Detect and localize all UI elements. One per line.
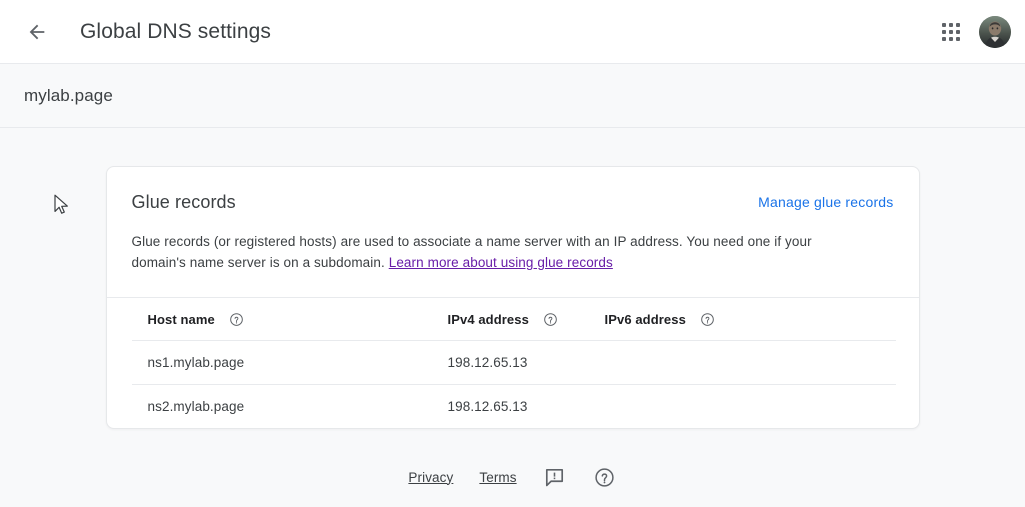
arrow-left-icon xyxy=(26,21,48,43)
column-header-ipv4-address-label: IPv4 address xyxy=(447,312,529,327)
table-row[interactable]: ns1.mylab.page 198.12.65.13 xyxy=(131,340,896,385)
table-row[interactable]: ns2.mylab.page 198.12.65.13 xyxy=(131,384,896,428)
main-content: Glue records Manage glue records Glue re… xyxy=(0,128,1025,447)
card-header: Glue records Manage glue records xyxy=(107,167,919,213)
privacy-link[interactable]: Privacy xyxy=(408,470,453,485)
card-description: Glue records (or registered hosts) are u… xyxy=(107,213,847,297)
mouse-cursor xyxy=(54,194,70,221)
table-body: ns1.mylab.page 198.12.65.13 ns2.mylab.pa… xyxy=(131,340,896,428)
column-header-ipv6-address: IPv6 address xyxy=(605,298,896,341)
host-name-help-icon[interactable] xyxy=(229,312,244,327)
cell-ipv6-address xyxy=(604,384,896,428)
domain-subheader: mylab.page xyxy=(0,64,1025,128)
learn-more-link[interactable]: Learn more about using glue records xyxy=(389,255,613,270)
table-header-row: Host name IPv4 address IPv6 address xyxy=(132,298,896,341)
table-head: Host name IPv4 address IPv6 address xyxy=(132,298,896,341)
glue-records-table: Host name IPv4 address IPv6 address ns1.… xyxy=(131,298,896,428)
cell-ipv6-address xyxy=(604,340,896,385)
column-header-host-name: Host name xyxy=(132,298,448,341)
back-button[interactable] xyxy=(20,15,54,49)
cell-host-name: ns2.mylab.page xyxy=(131,384,448,428)
help-circle-icon[interactable] xyxy=(593,465,617,489)
manage-glue-records-link[interactable]: Manage glue records xyxy=(758,191,893,213)
app-bar: Global DNS settings xyxy=(0,0,1025,64)
apps-grid-icon xyxy=(942,22,960,41)
terms-link[interactable]: Terms xyxy=(479,470,516,485)
apps-menu-button[interactable] xyxy=(931,12,971,52)
page-footer: Privacy Terms xyxy=(0,447,1025,507)
avatar[interactable] xyxy=(979,15,1011,48)
domain-name: mylab.page xyxy=(24,85,113,105)
ipv6-address-help-icon[interactable] xyxy=(700,312,715,327)
column-header-ipv4-address: IPv4 address xyxy=(448,298,605,341)
card-title: Glue records xyxy=(131,192,236,212)
cell-ipv4-address: 198.12.65.13 xyxy=(447,340,605,385)
page-root: Global DNS settings mylab.page Glue reco… xyxy=(0,0,1025,507)
feedback-icon[interactable] xyxy=(543,465,567,489)
cell-ipv4-address: 198.12.65.13 xyxy=(447,384,605,428)
column-header-host-name-label: Host name xyxy=(147,312,215,327)
cell-host-name: ns1.mylab.page xyxy=(131,340,448,385)
glue-records-card: Glue records Manage glue records Glue re… xyxy=(105,166,920,429)
column-header-ipv6-address-label: IPv6 address xyxy=(604,312,686,327)
glue-records-table-wrapper: Host name IPv4 address IPv6 address ns1.… xyxy=(107,298,919,428)
page-title: Global DNS settings xyxy=(80,19,271,43)
ipv4-address-help-icon[interactable] xyxy=(543,312,558,327)
